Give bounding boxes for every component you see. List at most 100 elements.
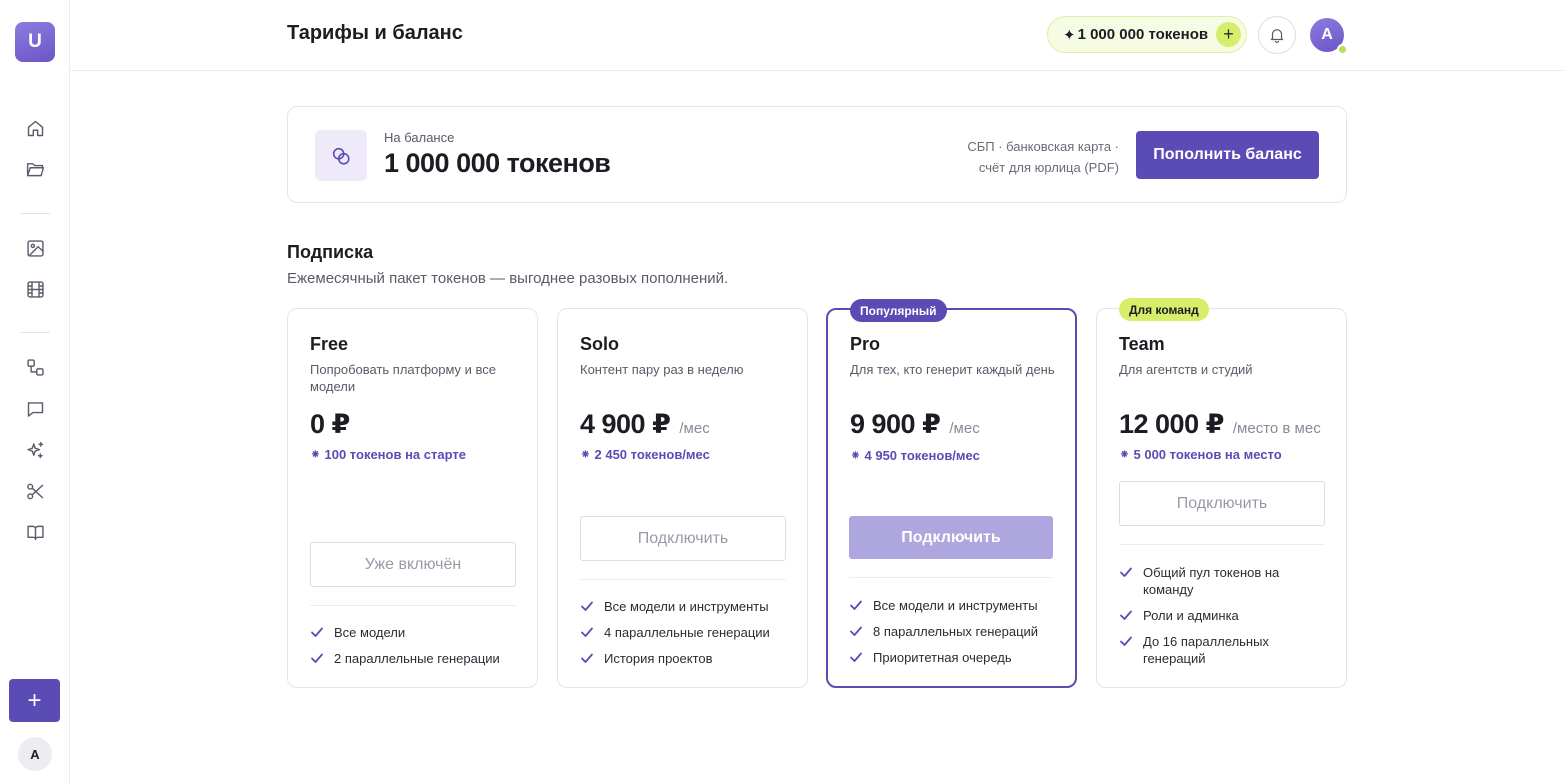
home-icon[interactable]	[23, 116, 47, 140]
plan-subscribe-button[interactable]: Подключить	[580, 516, 786, 561]
feature-text: Все модели и инструменты	[873, 598, 1038, 613]
scissors-icon[interactable]	[23, 479, 47, 503]
feature-text: 4 параллельные генерации	[604, 625, 770, 640]
chat-icon[interactable]	[23, 397, 47, 421]
feature-text: До 16 параллельных генераций	[1143, 634, 1269, 666]
check-icon	[1119, 634, 1133, 648]
plan-price-period: /мес	[679, 420, 710, 437]
plan-price: 4 900 ₽ /мес	[580, 409, 710, 440]
balance-label: На балансе	[384, 130, 455, 145]
plan-price-value: 9 900 ₽	[850, 409, 941, 439]
sparkle-icon: ✦	[1063, 26, 1076, 44]
plan-price: 12 000 ₽ /место в мес	[1119, 409, 1321, 440]
plan-tokens: ⁕ 5 000 токенов на место	[1119, 447, 1282, 462]
book-icon[interactable]	[23, 520, 47, 544]
plan-price-value: 0 ₽	[310, 409, 350, 439]
plan-price-value: 12 000 ₽	[1119, 409, 1224, 439]
feature-item: 8 параллельных генераций	[849, 623, 1059, 640]
app-logo[interactable]: U	[15, 22, 55, 62]
notifications-button[interactable]	[1258, 16, 1296, 54]
feature-text: Все модели	[334, 625, 406, 640]
feature-text: Все модели и инструменты	[604, 599, 769, 614]
payment-methods-line: СБП · банковская карта ·	[967, 139, 1119, 154]
feature-item: Все модели и инструменты	[849, 597, 1059, 614]
plan-tagline: Для агентств и студий	[1119, 362, 1253, 377]
check-icon	[580, 625, 594, 639]
workflow-icon[interactable]	[23, 355, 47, 379]
token-balance-pill[interactable]: ✦ 1 000 000 токенов +	[1047, 16, 1247, 53]
plan-subscribe-button[interactable]: Подключить	[849, 516, 1053, 559]
film-icon[interactable]	[23, 277, 47, 301]
sidebar-divider	[20, 213, 50, 214]
plan-card-pro: Популярный Pro Для тех, кто генерит кажд…	[826, 299, 1077, 688]
plan-features: Общий пул токенов на команду Роли и адми…	[1119, 564, 1329, 676]
plan-tokens: ⁕ 4 950 токенов/мес	[850, 448, 980, 463]
check-icon	[310, 625, 324, 639]
subscription-title: Подписка	[287, 242, 374, 262]
plan-name: Solo	[580, 334, 619, 354]
feature-item: До 16 параллельных генераций	[1119, 633, 1329, 667]
plan-card-free: Free Попробовать платформу и все модели …	[287, 308, 538, 688]
feature-item: 2 параллельные генерации	[310, 650, 520, 667]
plan-name: Pro	[850, 334, 881, 354]
plan-name: Team	[1119, 334, 1165, 354]
check-icon	[849, 650, 863, 664]
check-icon	[1119, 565, 1133, 579]
sidebar: U + A	[0, 0, 70, 784]
plan-current-button[interactable]: Уже включён	[310, 542, 516, 587]
check-icon	[580, 651, 594, 665]
create-button[interactable]: +	[9, 679, 60, 722]
plan-divider	[1119, 544, 1325, 545]
plan-price: 9 900 ₽ /мес	[850, 409, 980, 440]
plan-features: Все модели и инструменты 4 параллельные …	[580, 598, 790, 676]
check-icon	[580, 599, 594, 613]
plan-divider	[580, 579, 786, 580]
check-icon	[310, 651, 324, 665]
plan-price-period: /мес	[949, 420, 980, 437]
feature-item: Все модели	[310, 624, 520, 641]
feature-text: 2 параллельные генерации	[334, 651, 500, 666]
plan-divider	[849, 577, 1053, 578]
payment-methods: СБП · банковская карта · счёт для юрлица…	[967, 136, 1119, 178]
plan-name: Free	[310, 334, 349, 354]
check-icon	[849, 598, 863, 612]
payment-methods-line: счёт для юрлица (PDF)	[978, 160, 1119, 175]
plan-tokens: ⁕ 2 450 токенов/мес	[580, 447, 710, 462]
check-icon	[849, 624, 863, 638]
feature-text: Общий пул токенов на команду	[1143, 565, 1280, 597]
plan-card-solo: Solo Контент пару раз в неделю 4 900 ₽ /…	[557, 308, 808, 688]
feature-text: История проектов	[604, 651, 713, 666]
plan-card-team: Для команд Team Для агентств и студий 12…	[1096, 298, 1347, 688]
popular-badge: Популярный	[850, 299, 947, 322]
feature-text: Роли и админка	[1143, 608, 1239, 623]
check-icon	[1119, 608, 1133, 622]
image-icon[interactable]	[23, 236, 47, 260]
balance-value: 1 000 000 токенов	[384, 148, 611, 178]
feature-item: Приоритетная очередь	[849, 649, 1059, 666]
feature-text: Приоритетная очередь	[873, 650, 1012, 665]
subscription-description: Ежемесячный пакет токенов — выгоднее раз…	[287, 270, 729, 287]
team-badge: Для команд	[1119, 298, 1209, 321]
plan-subscribe-button[interactable]: Подключить	[1119, 481, 1325, 526]
feature-item: Общий пул токенов на команду	[1119, 564, 1329, 598]
plan-tokens: ⁕ 100 токенов на старте	[310, 447, 466, 462]
add-tokens-button[interactable]: +	[1216, 22, 1241, 47]
topup-balance-button[interactable]: Пополнить баланс	[1136, 131, 1319, 179]
plan-price-period: /место в мес	[1232, 420, 1321, 437]
plan-features: Все модели 2 параллельные генерации	[310, 624, 520, 676]
sidebar-divider	[20, 332, 50, 333]
folder-icon[interactable]	[23, 157, 47, 181]
bell-icon	[1270, 29, 1284, 43]
plan-price-value: 4 900 ₽	[580, 409, 671, 439]
token-balance-text: 1 000 000 токенов	[1077, 26, 1209, 43]
plan-features: Все модели и инструменты 8 параллельных …	[849, 597, 1059, 675]
page-title: Тарифы и баланс	[287, 22, 463, 44]
plan-divider	[310, 605, 516, 606]
plan-tagline: Контент пару раз в неделю	[580, 362, 744, 377]
feature-item: 4 параллельные генерации	[580, 624, 790, 641]
feature-item: Роли и админка	[1119, 607, 1329, 624]
sparkles-icon[interactable]	[23, 438, 47, 462]
sidebar-avatar[interactable]: A	[18, 737, 52, 771]
feature-item: Все модели и инструменты	[580, 598, 790, 615]
top-header: Тарифы и баланс ✦ 1 000 000 токенов + A	[70, 0, 1564, 71]
